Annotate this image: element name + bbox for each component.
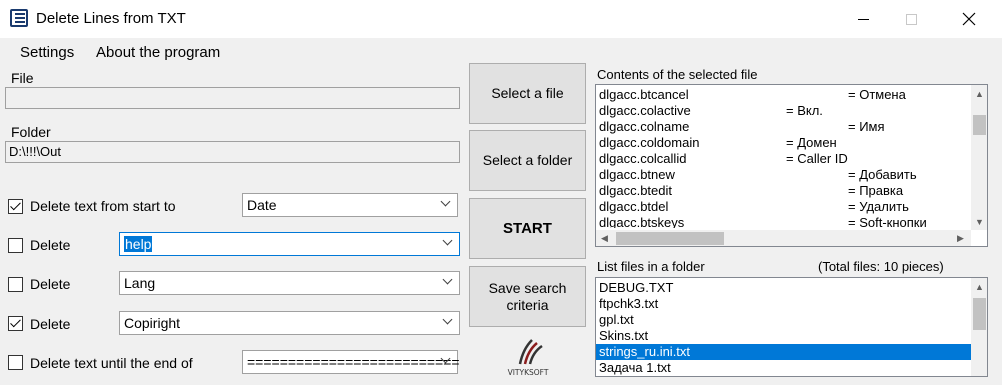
content-line: dlgacc.btnew = Добавить (596, 167, 971, 183)
file-list-item[interactable]: strings_ru.ini.txt (596, 344, 971, 360)
select-file-button[interactable]: Select a file (469, 63, 586, 124)
content-line: dlgacc.btedit = Правка (596, 183, 971, 199)
contents-horizontal-scrollbar[interactable]: ◀ ▶ (596, 230, 971, 246)
file-list-item[interactable]: ftpchk3.txt (596, 296, 971, 312)
chevron-down-icon (441, 198, 451, 208)
maximize-button[interactable] (888, 0, 934, 38)
chevron-down-icon (441, 355, 451, 365)
contents-label: Contents of the selected file (597, 67, 758, 82)
scroll-thumb[interactable] (973, 298, 986, 330)
content-value: = Добавить (848, 167, 917, 182)
chevron-down-icon (443, 316, 453, 326)
delete-option-3-checkbox[interactable] (8, 277, 23, 292)
file-list-item[interactable]: Задача 1.txt (596, 360, 971, 376)
chevron-down-icon (443, 237, 453, 247)
content-line: dlgacc.colactive = Вкл. (596, 103, 971, 119)
folder-label: Folder (11, 124, 51, 140)
content-key: dlgacc.btnew (599, 167, 675, 182)
delete-option-2-label: Delete (30, 237, 71, 253)
delete-option-3-combo[interactable]: Lang (119, 271, 460, 295)
minimize-icon (857, 18, 869, 20)
list-icon (10, 9, 28, 27)
scroll-up-icon[interactable]: ▲ (971, 278, 987, 295)
combo-value: ========================== (247, 354, 460, 370)
content-key: dlgacc.btskeys (599, 215, 685, 228)
delete-until-end-combo[interactable]: ========================== (242, 350, 460, 374)
scroll-thumb[interactable] (973, 115, 986, 135)
delete-option-4-checkbox[interactable] (8, 316, 23, 331)
total-files-count: (Total files: 10 pieces) (818, 259, 944, 274)
combo-value: Copiright (124, 315, 181, 331)
file-list-item[interactable]: Skins.txt (596, 328, 971, 344)
scroll-thumb[interactable] (616, 232, 724, 245)
delete-until-end-label: Delete text until the end of (30, 355, 193, 371)
content-value: = Имя (848, 119, 885, 134)
delete-until-end-checkbox[interactable] (8, 355, 23, 370)
content-value: = Soft-кнопки (848, 215, 927, 228)
delete-option-4-combo[interactable]: Copiright (119, 311, 460, 335)
scroll-left-icon[interactable]: ◀ (596, 230, 613, 246)
menu-about[interactable]: About the program (96, 44, 220, 61)
delete-option-2-checkbox[interactable] (8, 238, 23, 253)
scroll-up-icon[interactable]: ▲ (971, 85, 987, 102)
files-vertical-scrollbar[interactable]: ▲ (971, 278, 987, 376)
select-folder-button[interactable]: Select a folder (469, 130, 586, 191)
scroll-down-icon[interactable]: ▼ (971, 213, 987, 230)
content-line: dlgacc.btcancel = Отмена (596, 87, 971, 103)
content-key: dlgacc.colcallid (599, 151, 687, 166)
content-key: dlgacc.colname (599, 119, 690, 134)
files-listbox[interactable]: DEBUG.TXT ftpchk3.txt gpl.txt Skins.txt stri… (595, 277, 988, 377)
start-button[interactable]: START (469, 198, 586, 259)
logo-text: VITYKSOFT (508, 368, 549, 377)
content-key: dlgacc.btedit (599, 183, 672, 198)
content-value: = Вкл. (786, 103, 823, 118)
content-value: = Правка (848, 183, 904, 198)
file-list-item[interactable]: gpl.txt (596, 312, 971, 328)
content-value: = Отмена (848, 87, 906, 102)
content-value: = Caller ID (786, 151, 848, 166)
file-contents-box[interactable]: dlgacc.btcancel = Отмена dlgacc.colactive =… (595, 84, 988, 247)
delete-option-2-combo[interactable]: help (119, 232, 460, 256)
menu-settings[interactable]: Settings (20, 44, 74, 61)
file-list-item[interactable]: DEBUG.TXT (596, 280, 971, 296)
file-path-field[interactable] (5, 87, 460, 109)
scroll-right-icon[interactable]: ▶ (952, 230, 969, 246)
close-button[interactable] (946, 0, 992, 38)
delete-from-start-label: Delete text from start to (30, 198, 176, 214)
content-key: dlgacc.btdel (599, 199, 669, 214)
content-key: dlgacc.colactive (599, 103, 691, 118)
files-list-label: List files in a folder (597, 259, 705, 274)
title-bar: Delete Lines from TXT (0, 0, 1002, 38)
content-value: = Удалить (848, 199, 909, 214)
save-search-criteria-button[interactable]: Save search criteria (469, 266, 586, 327)
window-title: Delete Lines from TXT (36, 10, 186, 27)
logo-swoosh-icon: VITYKSOFT (508, 339, 549, 377)
content-line: dlgacc.btdel = Удалить (596, 199, 971, 215)
content-key: dlgacc.btcancel (599, 87, 689, 102)
combo-value: help (124, 236, 153, 252)
chevron-down-icon (443, 276, 453, 286)
delete-from-start-combo[interactable]: Date (242, 193, 458, 217)
content-line: dlgacc.colcallid = Caller ID (596, 151, 971, 167)
maximize-icon (905, 13, 917, 25)
file-contents-lines: dlgacc.btcancel = Отмена dlgacc.colactive =… (596, 87, 971, 228)
content-key: dlgacc.coldomain (599, 135, 700, 150)
delete-option-4-label: Delete (30, 316, 71, 332)
combo-value: Lang (124, 275, 156, 291)
folder-path-field[interactable]: D:\!!!\Out (5, 141, 460, 163)
delete-option-3-label: Delete (30, 276, 71, 292)
contents-vertical-scrollbar[interactable]: ▲ ▼ (971, 85, 987, 230)
files-list: DEBUG.TXT ftpchk3.txt gpl.txt Skins.txt stri… (596, 280, 971, 376)
delete-from-start-checkbox[interactable] (8, 199, 23, 214)
file-label: File (11, 70, 34, 86)
close-icon (962, 12, 976, 26)
minimize-button[interactable] (840, 0, 886, 38)
content-line: dlgacc.colname = Имя (596, 119, 971, 135)
content-value: = Домен (786, 135, 837, 150)
combo-value: Date (247, 197, 277, 213)
vitisoft-logo: VITYKSOFT (506, 338, 550, 378)
content-line: dlgacc.coldomain = Домен (596, 135, 971, 151)
content-line: dlgacc.btskeys = Soft-кнопки (596, 215, 971, 228)
